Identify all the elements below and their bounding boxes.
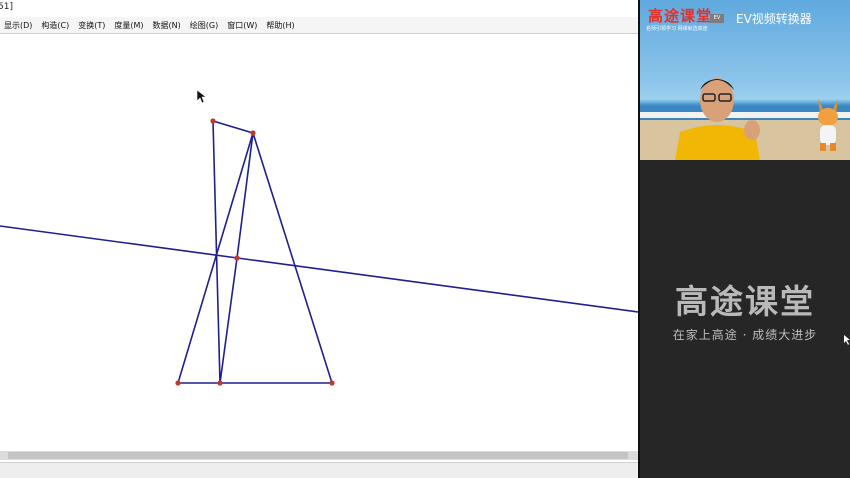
- teacher-video: 高途课堂 名师引领学习 网课就选高途 EV EV视频转换器: [640, 0, 850, 160]
- point-top-left[interactable]: [210, 118, 216, 124]
- panel-slogan: 在家上高途 · 成绩大进步: [672, 328, 818, 342]
- presenter-figure: [675, 78, 760, 160]
- status-bar: [0, 462, 638, 478]
- menu-transform[interactable]: 变换(T): [78, 20, 105, 31]
- window-title: 51]: [0, 2, 13, 12]
- menu-graph[interactable]: 绘图(G): [190, 20, 218, 31]
- mascot-fox-icon: [818, 99, 838, 151]
- menu-bar: 显示(D) 构造(C) 变换(T) 度量(M) 数据(N) 绘图(G) 窗口(W…: [0, 17, 638, 34]
- brand-tagline: 名师引领学习 网课就选高途: [646, 26, 708, 32]
- point-bottom-right[interactable]: [329, 380, 335, 386]
- menu-help[interactable]: 帮助(H): [266, 20, 294, 31]
- panel-brand-title: 高途课堂: [675, 282, 815, 321]
- scrollbar-thumb[interactable]: [8, 452, 628, 459]
- geometry-figure: [0, 118, 638, 386]
- segment-top-left[interactable]: [212, 120, 254, 134]
- cursor-arrow-icon: [844, 335, 850, 345]
- converter-badge-icon: EV: [710, 14, 724, 23]
- converter-watermark: EV视频转换器: [736, 12, 812, 26]
- point-apex[interactable]: [250, 130, 256, 136]
- menu-window[interactable]: 窗口(W): [227, 20, 257, 31]
- segment-a-to-bottom-right[interactable]: [252, 132, 333, 384]
- long-line[interactable]: [0, 225, 638, 313]
- branding-panel: 高途课堂 在家上高途 · 成绩大进步: [640, 160, 850, 478]
- sketch-canvas[interactable]: [0, 34, 638, 450]
- point-bottom-middle[interactable]: [217, 380, 223, 386]
- horizontal-scrollbar[interactable]: [0, 451, 638, 460]
- segment-midpoint-to-base[interactable]: [219, 257, 238, 384]
- menu-measure[interactable]: 度量(M): [114, 20, 143, 31]
- mouse-pointer-icon: [197, 90, 207, 104]
- geometry-app-window: 51] 显示(D) 构造(C) 变换(T) 度量(M) 数据(N) 绘图(G) …: [0, 0, 638, 478]
- title-bar: 51]: [0, 0, 638, 17]
- menu-construct[interactable]: 构造(C): [41, 20, 69, 31]
- menu-data[interactable]: 数据(N): [153, 20, 181, 31]
- menu-display[interactable]: 显示(D): [4, 20, 32, 31]
- brand-logo: 高途课堂: [648, 7, 713, 25]
- segment-a-to-midpoint[interactable]: [236, 132, 254, 259]
- point-bottom-left[interactable]: [175, 380, 181, 386]
- point-intersection[interactable]: [234, 255, 240, 261]
